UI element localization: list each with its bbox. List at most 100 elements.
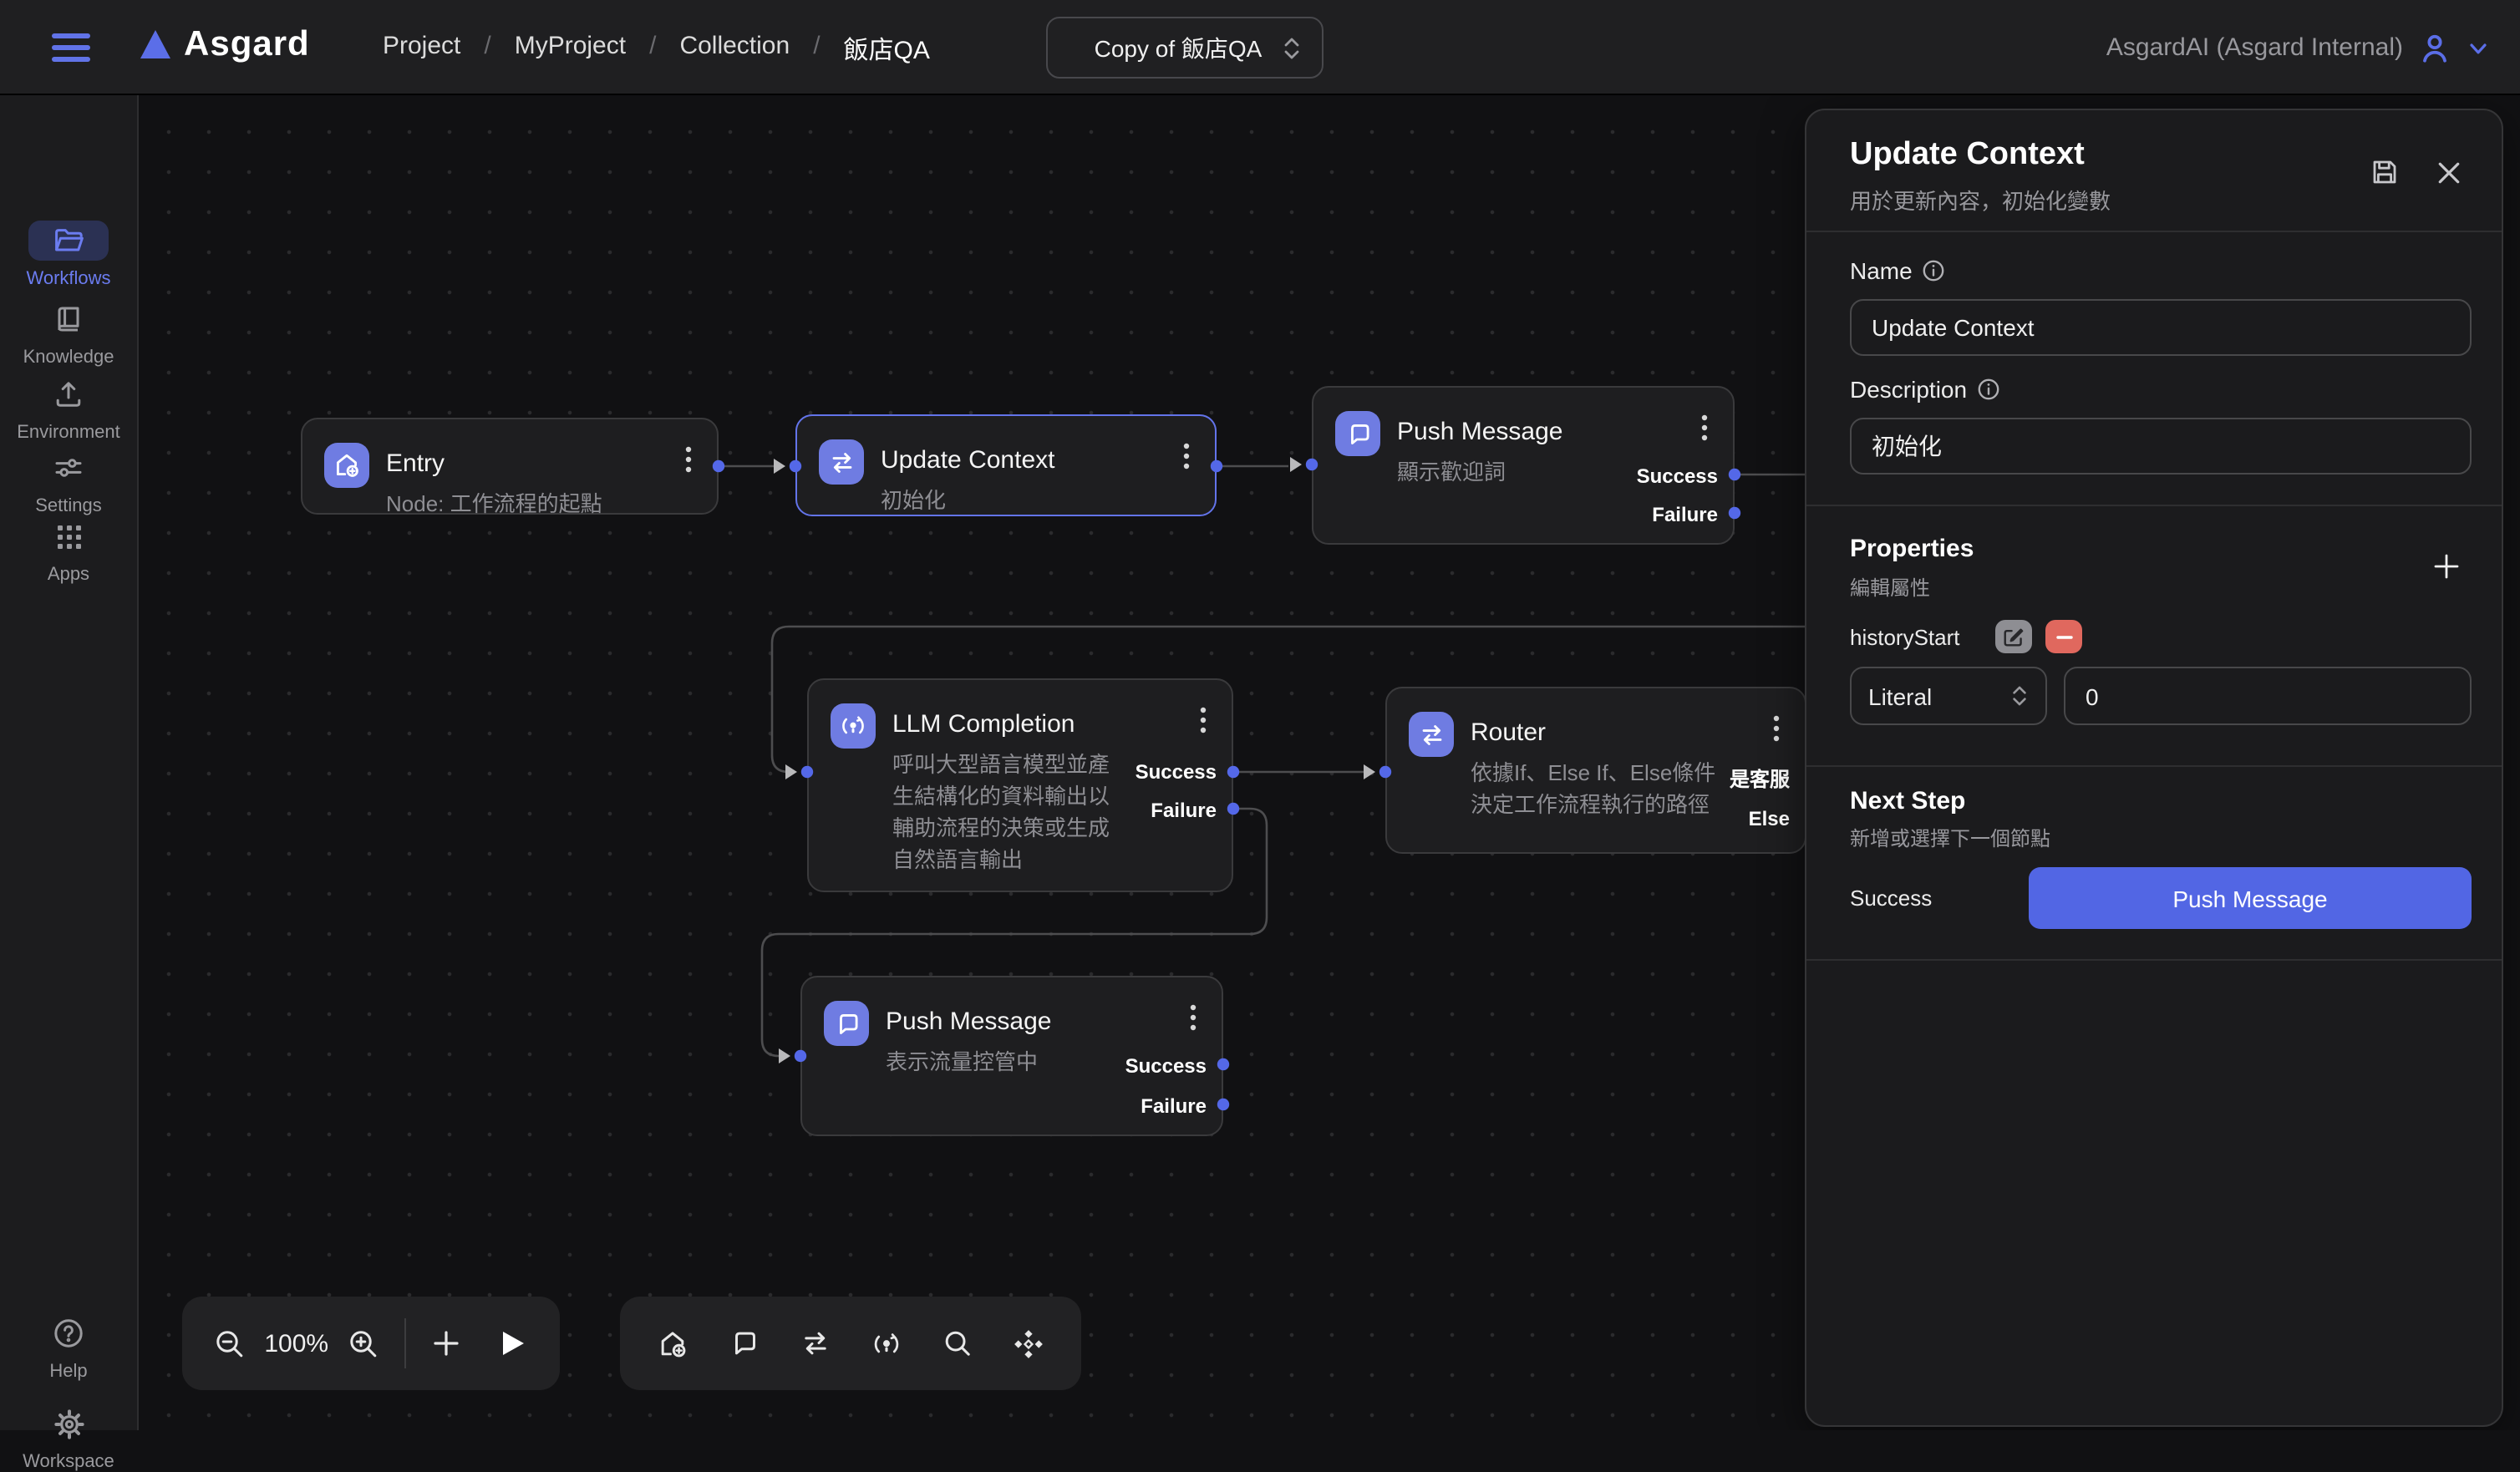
description-label: Description [1850, 376, 2000, 403]
next-step-target-button[interactable]: Push Message [2029, 867, 2472, 929]
node-palette-toolbar [620, 1297, 1081, 1390]
node-menu-icon[interactable] [677, 444, 700, 475]
llm-refresh-icon[interactable] [861, 1318, 912, 1368]
property-type-value: Literal [1868, 683, 2010, 709]
node-menu-icon[interactable] [1765, 713, 1788, 744]
sidebar-label: Settings [0, 496, 137, 516]
node-menu-icon[interactable] [1181, 1002, 1205, 1033]
port-failure[interactable]: Failure [1652, 503, 1718, 526]
account-menu[interactable]: AsgardAI (Asgard Internal) [2106, 0, 2490, 95]
chat-bubble-icon[interactable] [719, 1318, 769, 1368]
port-failure[interactable]: Failure [1151, 799, 1217, 822]
hamburger-menu-icon[interactable] [52, 33, 90, 62]
node-push-message-1[interactable]: Push Message 顯示歡迎詞 Success Failure [1312, 386, 1735, 545]
swap-arrows-icon[interactable] [790, 1318, 840, 1368]
swap-arrows-icon [819, 439, 864, 485]
help-circle-icon [28, 1313, 109, 1353]
node-subtitle: 初始化 [881, 485, 1105, 516]
search-icon[interactable] [932, 1318, 983, 1368]
breadcrumb-myproject[interactable]: MyProject [515, 32, 626, 67]
name-input[interactable] [1850, 299, 2472, 356]
updown-chevron-icon [1282, 34, 1302, 61]
house-plus-icon [324, 443, 369, 488]
sidebar-item-knowledge[interactable]: Knowledge [0, 299, 137, 368]
node-router[interactable]: Router 依據If、Else If、Else條件決定工作流程執行的路徑 是客… [1385, 687, 1806, 854]
node-title: Push Message [1397, 418, 1562, 446]
node-title: Update Context [881, 446, 1054, 475]
port-success[interactable]: Success [1125, 1054, 1207, 1078]
port-success[interactable]: Success [1637, 464, 1718, 488]
node-subtitle: 顯示歡迎詞 [1397, 456, 1623, 488]
breadcrumb-collection[interactable]: Collection [679, 32, 790, 67]
app-root: Asgard Project / MyProject / Collection … [0, 0, 2520, 1430]
info-icon[interactable] [1923, 259, 1946, 282]
workflow-version-dropdown[interactable]: Copy of 飯店QA [1046, 17, 1324, 79]
house-plus-icon[interactable] [648, 1318, 698, 1368]
node-title: Push Message [886, 1008, 1051, 1036]
logo-text: Asgard [184, 25, 310, 65]
port-failure[interactable]: Failure [1141, 1094, 1207, 1118]
folder-icon [28, 221, 109, 261]
sidebar: Workflows Knowledge Environment Settings… [0, 95, 139, 1430]
panel-subtitle: 用於更新內容，初始化變數 [1850, 184, 2111, 216]
sidebar-item-workspace[interactable]: Workspace [0, 1403, 137, 1472]
node-llm-completion[interactable]: LLM Completion 呼叫大型語言模型並產生結構化的資料輸出以輔助流程的… [807, 678, 1233, 892]
info-icon[interactable] [1977, 378, 2000, 401]
zoom-out-icon[interactable] [206, 1318, 252, 1368]
node-entry[interactable]: Entry Node: 工作流程的起點 [301, 418, 719, 515]
move-diamond-icon[interactable] [1003, 1318, 1054, 1368]
description-input[interactable] [1850, 418, 2472, 475]
gear-icon [28, 1403, 109, 1444]
asgard-logo-icon[interactable] [140, 30, 170, 58]
workflow-version-label: Copy of 飯店QA [1075, 31, 1282, 64]
add-property-icon[interactable] [2428, 548, 2465, 585]
properties-subtitle: 編輯屬性 [1850, 573, 1930, 601]
top-bar: Asgard Project / MyProject / Collection … [0, 0, 2520, 95]
breadcrumb-separator: / [649, 32, 656, 67]
user-icon [2418, 31, 2451, 64]
node-menu-icon[interactable] [1191, 705, 1215, 735]
swap-arrows-icon [1409, 712, 1454, 757]
property-type-select[interactable]: Literal [1850, 667, 2047, 725]
toolbar-divider [404, 1318, 405, 1368]
port-success[interactable]: Success [1136, 760, 1217, 784]
sidebar-label: Apps [0, 565, 137, 585]
next-step-subtitle: 新增或選擇下一個節點 [1850, 824, 2050, 852]
breadcrumb-separator: / [484, 32, 490, 67]
sidebar-item-apps[interactable]: Apps [0, 516, 137, 585]
breadcrumb-project[interactable]: Project [383, 32, 460, 67]
port-is-customer-service[interactable]: 是客服 [1730, 764, 1790, 793]
edit-property-icon[interactable] [1995, 620, 2032, 653]
node-push-message-2[interactable]: Push Message 表示流量控管中 Success Failure [800, 976, 1223, 1136]
node-subtitle: Node: 工作流程的起點 [386, 488, 694, 520]
workflow-canvas[interactable]: Entry Node: 工作流程的起點 Update Context 初始化 P… [139, 95, 2520, 1430]
sidebar-label: Help [0, 1362, 137, 1382]
chevron-down-icon [2467, 36, 2490, 59]
breadcrumb: Project / MyProject / Collection / 飯店QA [383, 32, 930, 67]
property-value-input[interactable] [2064, 667, 2472, 725]
node-subtitle: 依據If、Else If、Else條件決定工作流程執行的路徑 [1471, 757, 1718, 820]
node-config-panel: Update Context 用於更新內容，初始化變數 Name Descrip… [1805, 109, 2503, 1427]
grid-icon [28, 516, 109, 556]
node-menu-icon[interactable] [1693, 413, 1716, 443]
sidebar-item-workflows[interactable]: Workflows [0, 221, 137, 289]
node-menu-icon[interactable] [1175, 441, 1198, 471]
breadcrumb-current[interactable]: 飯店QA [844, 32, 930, 67]
add-node-icon[interactable] [422, 1318, 469, 1368]
node-title: Entry [386, 449, 445, 478]
zoom-in-icon[interactable] [340, 1318, 387, 1368]
divider [1806, 959, 2502, 961]
save-icon[interactable] [2368, 155, 2401, 189]
canvas-zoom-toolbar: 100% [182, 1297, 560, 1390]
sidebar-item-settings[interactable]: Settings [0, 448, 137, 516]
sidebar-item-environment[interactable]: Environment [0, 374, 137, 443]
close-icon[interactable] [2431, 155, 2465, 189]
sliders-icon [28, 448, 109, 488]
node-update-context[interactable]: Update Context 初始化 [795, 414, 1217, 516]
node-title: Router [1471, 718, 1546, 747]
run-workflow-icon[interactable] [490, 1318, 536, 1368]
sidebar-label: Environment [0, 423, 137, 443]
port-else[interactable]: Else [1749, 807, 1790, 830]
sidebar-item-help[interactable]: Help [0, 1313, 137, 1382]
delete-property-icon[interactable] [2045, 620, 2082, 653]
